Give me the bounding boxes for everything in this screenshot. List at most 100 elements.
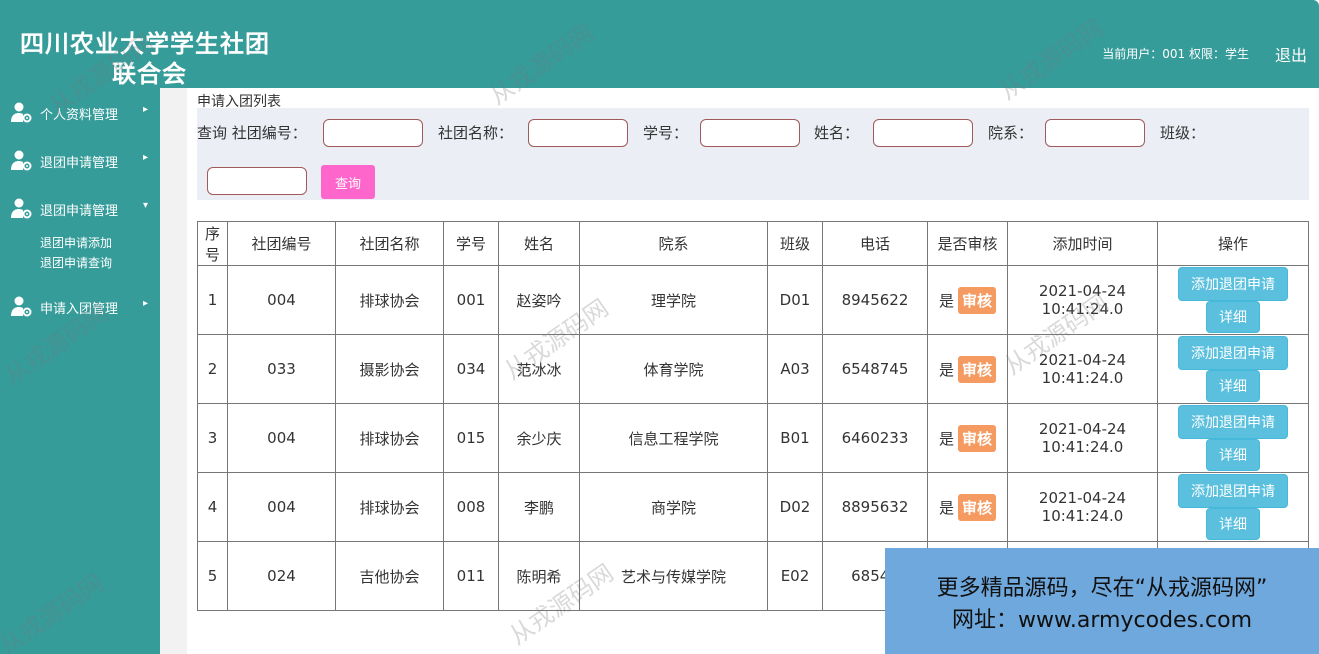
- add-withdraw-button[interactable]: 添加退团申请: [1178, 474, 1288, 508]
- cell-no: 1: [197, 265, 228, 335]
- cell-dept: 体育学院: [579, 334, 768, 404]
- ad-line2: 网址：www.armycodes.com: [951, 608, 1253, 633]
- add-withdraw-button[interactable]: 添加退团申请: [1178, 336, 1288, 370]
- sidebar-item-label: 个人资料管理: [40, 108, 119, 123]
- cell-time: 2021-04-24 10:41:24.0: [1007, 472, 1158, 542]
- detail-button[interactable]: 详细: [1206, 508, 1260, 540]
- chevron-right-icon: ▸: [143, 152, 149, 163]
- user-gear-icon: [11, 296, 32, 317]
- dept-input[interactable]: [1045, 119, 1145, 147]
- time-date: 2021-04-24: [1038, 489, 1127, 507]
- col-header-no: 序号: [197, 221, 228, 266]
- audit-button[interactable]: 审核: [958, 493, 997, 521]
- col-header-class: 班级: [767, 221, 823, 266]
- cell-name: 陈明希: [498, 541, 580, 611]
- detail-button[interactable]: 详细: [1206, 439, 1260, 471]
- time-clock: 10:41:24.0: [1041, 507, 1124, 525]
- content-gutter: [160, 88, 187, 654]
- audit-button[interactable]: 审核: [958, 355, 997, 383]
- sidebar-item-label: 申请入团管理: [40, 302, 119, 317]
- user-gear-icon: [11, 150, 32, 171]
- logout-link[interactable]: 退出: [1275, 42, 1307, 66]
- cell-club-name: 排球协会: [335, 472, 444, 542]
- cell-no: 3: [197, 403, 228, 473]
- detail-button[interactable]: 详细: [1206, 370, 1260, 402]
- cell-phone: 8895632: [822, 472, 928, 542]
- col-header-actions: 操作: [1157, 221, 1309, 266]
- chevron-down-icon: ▾: [143, 200, 149, 211]
- audit-button[interactable]: 审核: [958, 286, 997, 314]
- cell-student-no: 011: [443, 541, 499, 611]
- cell-class: B01: [767, 403, 823, 473]
- cell-club-name: 排球协会: [335, 265, 444, 335]
- cell-name: 赵姿吟: [498, 265, 580, 335]
- cell-phone: 8945622: [822, 265, 928, 335]
- cell-dept: 商学院: [579, 472, 768, 542]
- current-user-info: 当前用户：001 权限：学生: [1102, 47, 1249, 61]
- sidebar-item-withdraw-2[interactable]: 退团申请管理 ▾: [0, 193, 160, 223]
- cell-name: 李鹏: [498, 472, 580, 542]
- cell-club-no: 033: [227, 334, 336, 404]
- club-name-input[interactable]: [528, 119, 628, 147]
- cell-class: D02: [767, 472, 823, 542]
- table-row: 4 004 排球协会 008 李鹏 商学院 D02 8895632 是审核 20…: [197, 472, 1309, 542]
- search-form: 查询 社团编号： 社团名称： 学号： 姓名： 院系： 班级： 查询: [197, 108, 1309, 200]
- add-withdraw-button[interactable]: 添加退团申请: [1178, 405, 1288, 439]
- audited-value: 是: [938, 429, 954, 448]
- cell-club-name: 吉他协会: [335, 541, 444, 611]
- cell-student-no: 008: [443, 472, 499, 542]
- col-header-student-no: 学号: [443, 221, 499, 266]
- cell-actions: 添加退团申请 详细: [1157, 265, 1309, 335]
- audit-button[interactable]: 审核: [958, 424, 997, 452]
- time-clock: 10:41:24.0: [1041, 438, 1124, 456]
- top-header: 四川农业大学学生社团 联合会 当前用户：001 权限：学生 退出: [0, 0, 1319, 88]
- cell-student-no: 015: [443, 403, 499, 473]
- time-clock: 10:41:24.0: [1041, 300, 1124, 318]
- cell-dept: 信息工程学院: [579, 403, 768, 473]
- cell-club-no: 004: [227, 472, 336, 542]
- sidebar-subitem-query-withdraw[interactable]: 退团申请查询: [40, 254, 112, 271]
- col-header-time: 添加时间: [1007, 221, 1158, 266]
- sidebar-item-label: 退团申请管理: [40, 156, 119, 171]
- chevron-right-icon: ▸: [143, 104, 149, 115]
- name-input[interactable]: [873, 119, 973, 147]
- cell-audited: 是审核: [927, 265, 1008, 335]
- club-no-input[interactable]: [323, 119, 423, 147]
- cell-no: 4: [197, 472, 228, 542]
- ad-banner: 更多精品源码，尽在“从戎源码网” 网址：www.armycodes.com: [885, 548, 1319, 654]
- table-row: 3 004 排球协会 015 余少庆 信息工程学院 B01 6460233 是审…: [197, 403, 1309, 473]
- cell-actions: 添加退团申请 详细: [1157, 472, 1309, 542]
- dept-label: 院系：: [988, 124, 1034, 142]
- cell-dept: 理学院: [579, 265, 768, 335]
- sidebar-subitem-add-withdraw[interactable]: 退团申请添加: [40, 234, 112, 251]
- table-row: 2 033 摄影协会 034 范冰冰 体育学院 A03 6548745 是审核 …: [197, 334, 1309, 404]
- sidebar-item-profile[interactable]: 个人资料管理 ▸: [0, 97, 160, 127]
- name-label: 姓名：: [814, 124, 860, 142]
- club-no-label: 查询 社团编号：: [197, 124, 307, 142]
- sidebar-item-join[interactable]: 申请入团管理 ▸: [0, 291, 160, 321]
- table-row: 1 004 排球协会 001 赵姿吟 理学院 D01 8945622 是审核 2…: [197, 265, 1309, 335]
- cell-club-no: 024: [227, 541, 336, 611]
- col-header-audited: 是否审核: [927, 221, 1008, 266]
- time-date: 2021-04-24: [1038, 351, 1127, 369]
- cell-audited: 是审核: [927, 334, 1008, 404]
- user-gear-icon: [11, 102, 32, 123]
- cell-club-no: 004: [227, 403, 336, 473]
- student-no-input[interactable]: [700, 119, 800, 147]
- ad-line1: 更多精品源码，尽在“从戎源码网”: [936, 576, 1268, 601]
- cell-club-no: 004: [227, 265, 336, 335]
- cell-audited: 是审核: [927, 403, 1008, 473]
- cell-actions: 添加退团申请 详细: [1157, 403, 1309, 473]
- col-header-name: 姓名: [498, 221, 580, 266]
- class-label: 班级：: [1160, 124, 1206, 142]
- cell-audited: 是审核: [927, 472, 1008, 542]
- audited-value: 是: [938, 498, 954, 517]
- sidebar-item-withdraw-1[interactable]: 退团申请管理 ▸: [0, 145, 160, 175]
- add-withdraw-button[interactable]: 添加退团申请: [1178, 267, 1288, 301]
- col-header-club-name: 社团名称: [335, 221, 444, 266]
- search-button[interactable]: 查询: [321, 165, 375, 199]
- class-input[interactable]: [207, 167, 307, 195]
- detail-button[interactable]: 详细: [1206, 301, 1260, 333]
- cell-club-name: 摄影协会: [335, 334, 444, 404]
- col-header-club-no: 社团编号: [227, 221, 336, 266]
